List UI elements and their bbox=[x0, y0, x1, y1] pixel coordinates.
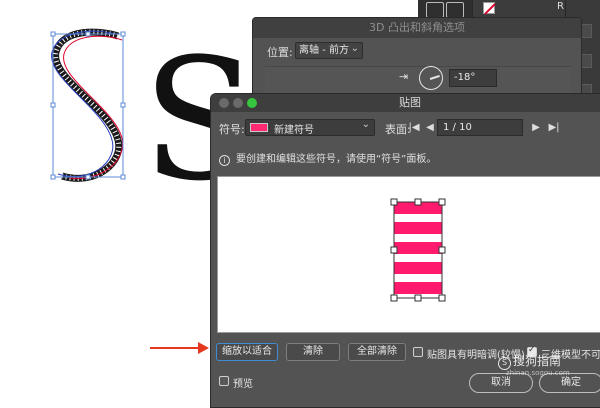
symbol-value: 新建符号 bbox=[274, 125, 314, 136]
dialog-title: 贴图 bbox=[399, 96, 421, 109]
none-swatch-icon[interactable] bbox=[483, 2, 495, 14]
selected-3d-s-object[interactable] bbox=[50, 28, 126, 182]
symbol-swatch bbox=[250, 123, 268, 132]
clear-all-button[interactable]: 全部清除 bbox=[348, 343, 406, 361]
export-icon[interactable] bbox=[426, 2, 444, 18]
symbol-label: 符号: bbox=[219, 123, 245, 136]
position-select[interactable]: 离轴 - 前方 bbox=[295, 41, 363, 59]
scale-to-fit-button[interactable]: 缩放以适合 bbox=[216, 343, 278, 361]
preview-label: 预览 bbox=[233, 379, 253, 390]
symbol-row: 符号: 新建符号 ⌄ 表面: |◀ ◀ 1 / 10 ▶ ▶| bbox=[219, 119, 600, 137]
shade-artwork-checkbox[interactable] bbox=[413, 347, 423, 357]
rotation-dial[interactable] bbox=[419, 66, 443, 90]
info-text: 要创建和编辑这些符号，请使用“符号”面板。 bbox=[236, 154, 437, 165]
watermark-brand: S 搜狗指南 bbox=[498, 352, 561, 370]
symbol-select[interactable]: 新建符号 ⌄ bbox=[245, 119, 375, 136]
watermark-brand-text: 搜狗指南 bbox=[513, 354, 562, 368]
clear-button[interactable]: 清除 bbox=[286, 343, 340, 361]
dialog-3d-title: 3D 凸出和斜角选项 bbox=[253, 18, 581, 38]
red-channel-label: R bbox=[557, 1, 564, 12]
rotation-angle-field[interactable]: -18° bbox=[449, 69, 497, 87]
info-icon: i bbox=[219, 155, 230, 166]
chevron-down-icon: ⌄ bbox=[361, 119, 370, 130]
watermark-url: zhinan.sogou.com bbox=[506, 369, 570, 377]
position-value: 离轴 - 前方 bbox=[299, 45, 349, 56]
rotate-axis-icon: ⇥ bbox=[399, 70, 409, 83]
surface-page-field[interactable]: 1 / 10 bbox=[437, 119, 523, 136]
prev-surface-button[interactable]: ◀ bbox=[423, 119, 437, 136]
surface-preview[interactable] bbox=[217, 176, 600, 333]
next-surface-button[interactable]: ▶ bbox=[529, 119, 543, 136]
preview-canvas bbox=[390, 198, 446, 302]
position-label: 位置: bbox=[267, 46, 293, 59]
info-row: i 要创建和编辑这些符号，请使用“符号”面板。 bbox=[219, 150, 436, 166]
stroke-fill-icon[interactable] bbox=[446, 2, 464, 18]
annotation-arrow-head bbox=[198, 342, 209, 354]
first-surface-button[interactable]: |◀ bbox=[407, 119, 421, 136]
preview-checkbox[interactable] bbox=[219, 376, 229, 386]
mapped-symbol[interactable] bbox=[390, 198, 446, 302]
dialog-titlebar: 贴图 bbox=[211, 94, 600, 112]
annotation-arrow-line bbox=[150, 347, 200, 349]
last-surface-button[interactable]: ▶| bbox=[547, 119, 561, 136]
